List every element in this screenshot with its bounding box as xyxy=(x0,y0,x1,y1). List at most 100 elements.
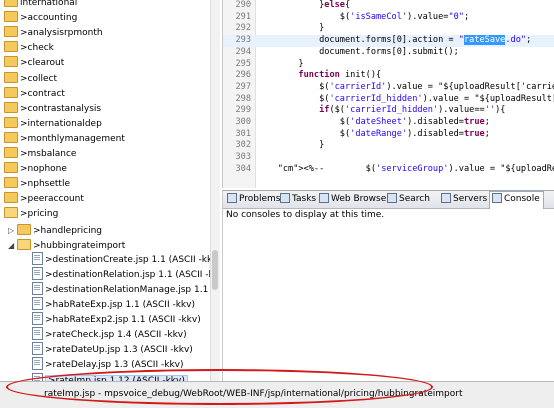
code-text: function init(){ xyxy=(298,70,382,81)
tree-folder-item[interactable]: >msbalance xyxy=(4,147,76,162)
folder-icon xyxy=(4,41,18,53)
tree-item-label: >contrastanalysis xyxy=(20,103,102,114)
code-text: $('dateRange').disabled=true; xyxy=(257,128,490,139)
folder-icon xyxy=(4,177,18,189)
tree-file-item[interactable]: >destinationRelationManage.jsp 1.1 (ASCI… xyxy=(32,281,210,298)
tab-search[interactable]: Search xyxy=(385,192,433,207)
tab-tasks[interactable]: Tasks xyxy=(278,192,319,207)
tree-expand-icon[interactable]: ▷ xyxy=(8,223,17,238)
tree-folder-item[interactable]: >accounting xyxy=(4,11,77,26)
code-editor[interactable]: 290 }else{291 $('isSameCol').value="0"; 2… xyxy=(222,0,554,188)
tree-folder-item[interactable]: >clearout xyxy=(4,56,64,71)
tree-item-label: >accounting xyxy=(20,13,78,24)
tree-folder-item[interactable]: >nphsettle xyxy=(4,177,70,192)
line-number: 301 xyxy=(235,128,251,139)
search-icon xyxy=(387,192,397,203)
code-line[interactable]: 293 document.forms[0].action = "rateSave… xyxy=(223,35,554,47)
tree-file-item[interactable]: >rateImp.jsp 1.12 (ASCII -kkv) xyxy=(32,372,188,381)
line-number: 302 xyxy=(235,140,251,151)
tree-file-item[interactable]: >habRateExp2.jsp 1.1 (ASCII -kkv) xyxy=(32,312,201,328)
code-text: $('carrierId_hidden').value = "${uploadR… xyxy=(257,93,554,104)
tree-folder-item[interactable]: >peeraccount xyxy=(4,192,84,207)
tree-scrollbar[interactable] xyxy=(210,0,220,381)
folder-icon xyxy=(4,147,18,158)
jsp-file-icon xyxy=(32,327,43,341)
line-number: 304 xyxy=(235,163,251,174)
line-number: 292 xyxy=(235,23,251,34)
code-line[interactable]: 291 $('isSameCol').value="0"; xyxy=(223,12,554,24)
code-line[interactable]: 303 xyxy=(223,152,554,164)
tree-folder-item[interactable]: >analysisrpmonth xyxy=(4,26,103,41)
code-text: document.forms[0].submit(); xyxy=(257,46,459,57)
tab-console[interactable]: Console xyxy=(489,191,544,209)
jsp-file-icon xyxy=(32,251,43,265)
tree-item-label: >habRateExp2.jsp 1.1 (ASCII -kkv) xyxy=(45,315,201,326)
tree-item-label: >handlepricing xyxy=(33,225,102,236)
code-line[interactable]: 298 $('carrierId_hidden').value = "${upl… xyxy=(223,94,554,106)
code-line[interactable]: 297 $('carrierId').value = "${uploadResu… xyxy=(223,82,554,94)
tree-item-label: >destinationRelationManage.jsp 1.1 (ASCI… xyxy=(45,284,210,295)
jsp-file-icon xyxy=(32,372,43,381)
code-line[interactable]: 290 }else{ xyxy=(223,0,554,12)
code-text: $('carrierId').value = "${uploadResult['… xyxy=(257,81,554,92)
tree-folder-item[interactable]: >monthlymanagement xyxy=(4,131,125,147)
line-number: 294 xyxy=(235,46,251,57)
code-line[interactable]: 296 function init(){ xyxy=(223,70,554,82)
tree-item-label: >clearout xyxy=(20,58,65,69)
tab-servers[interactable]: Servers xyxy=(439,192,490,207)
code-line[interactable]: 299 if($('carrierId_hidden').value==''){ xyxy=(223,105,554,117)
tree-folder-item[interactable]: >nophone xyxy=(4,162,67,177)
tree-file-item[interactable]: >habRateExp.jsp 1.1 (ASCII -kkv) xyxy=(32,297,195,313)
line-number: 295 xyxy=(235,58,251,69)
tree-item-label: >monthlymanagement xyxy=(20,133,125,144)
tree-item-label: >destinationRelation.jsp 1.1 (ASCII -kkv… xyxy=(45,269,210,280)
code-line[interactable]: 302 } xyxy=(223,140,554,152)
code-line[interactable]: 292 } xyxy=(223,23,554,35)
code-line[interactable]: 295 } xyxy=(223,59,554,71)
code-line[interactable]: 301 $('dateRange').disabled=true; xyxy=(223,129,554,141)
jsp-file-icon xyxy=(32,357,43,371)
code-text: } xyxy=(257,140,325,151)
tree-folder-item[interactable]: >contrastanalysis xyxy=(4,101,102,117)
tab-label: Search xyxy=(399,194,430,204)
folder-icon xyxy=(4,131,18,143)
console-icon xyxy=(492,192,502,203)
tree-folder-item[interactable]: >pricing xyxy=(4,207,58,222)
tab-problems[interactable]: Problems xyxy=(225,192,283,207)
tab-label: Web Browser xyxy=(331,194,390,204)
tree-folder-item[interactable]: >internationaldep xyxy=(4,116,102,132)
tree-folder-item[interactable]: ▷ >handlepricing xyxy=(8,223,102,238)
tree-item-label: >analysisrpmonth xyxy=(20,28,103,39)
code-line[interactable]: 300 $('dateSheet').disabled=true; xyxy=(223,117,554,129)
tree-scrollbar-thumb[interactable] xyxy=(212,250,218,290)
tree-item-label: >nphsettle xyxy=(20,179,70,190)
tree-file-item[interactable]: >rateCheck.jsp 1.4 (ASCII -kkv) xyxy=(32,327,187,343)
tree-folder-item[interactable]: >collect xyxy=(4,71,57,87)
folder-icon xyxy=(17,238,31,250)
tree-folder-item[interactable]: >check xyxy=(4,41,54,56)
jsp-file-icon xyxy=(32,312,43,326)
code-line[interactable]: 304 "cm"><%-- $('serviceGroup').value = … xyxy=(223,164,554,176)
tree-file-item[interactable]: >destinationRelation.jsp 1.1 (ASCII -kkv… xyxy=(32,266,210,283)
tab-web-browser[interactable]: Web Browser xyxy=(317,192,393,207)
tree-expand-icon[interactable]: ◢ xyxy=(8,238,17,253)
tasks-icon xyxy=(280,192,290,203)
tree-item-label: >destinationCreate.jsp 1.1 (ASCII -kkv) xyxy=(45,254,210,265)
tree-item-label: >msbalance xyxy=(20,149,77,159)
folder-icon xyxy=(4,56,18,68)
folder-icon xyxy=(4,101,18,113)
tree-folder-item[interactable]: international xyxy=(4,0,77,11)
tree-file-item[interactable]: >rateDelay.jsp 1.3 (ASCII -kkv) xyxy=(32,357,184,373)
view-tab-bar: Problems Tasks Web Browser Search Servers Con… xyxy=(223,191,554,209)
tree-file-item[interactable]: >destinationCreate.jsp 1.1 (ASCII -kkv) xyxy=(32,251,210,268)
line-number: 299 xyxy=(235,105,251,116)
tree-item-label: >peeraccount xyxy=(20,194,84,205)
tree-folder-item[interactable]: ◢ >hubbingrateimport xyxy=(8,238,125,253)
tree-file-item[interactable]: >rateDateUp.jsp 1.3 (ASCII -kkv) xyxy=(32,342,193,358)
code-line[interactable]: 294 document.forms[0].submit(); xyxy=(223,47,554,59)
problems-icon xyxy=(227,192,237,203)
code-text: document.forms[0].action = "rateSave.do"… xyxy=(257,35,532,46)
line-number: 290 xyxy=(235,0,251,10)
tree-folder-item[interactable]: >contract xyxy=(4,86,65,102)
project-tree[interactable]: international >accounting >analysisrpmonth… xyxy=(0,0,210,381)
